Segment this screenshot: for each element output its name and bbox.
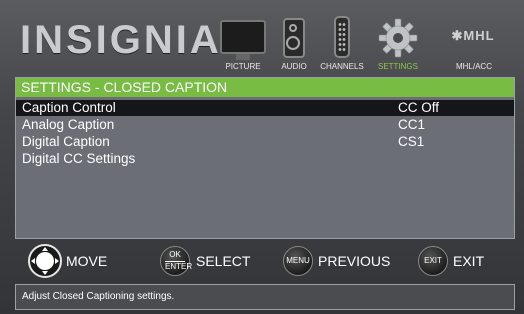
nav-label-mhl-acc: MHL/ACC	[455, 62, 492, 71]
help-bar: Adjust Closed Captioning settings.	[15, 284, 515, 310]
menu-item-digital-caption[interactable]: Digital Caption CS1	[16, 134, 514, 150]
menu-item-digital-cc-settings[interactable]: Digital CC Settings	[16, 151, 514, 167]
mhl-icon: ✱MHL	[451, 28, 495, 43]
ok-enter-button-icon: OK ENTER	[160, 246, 193, 276]
menu-item-label: Digital CC Settings	[22, 151, 136, 166]
speaker-tweeter	[289, 24, 297, 32]
remote-buttons	[338, 22, 346, 52]
hint-move-label: MOVE	[66, 253, 108, 269]
help-text: Adjust Closed Captioning settings.	[22, 291, 175, 302]
menu-item-value: CS1	[398, 134, 425, 149]
settings-panel: SETTINGS - CLOSED CAPTION Caption Contro…	[15, 77, 515, 239]
tv-icon	[220, 20, 266, 54]
nav-label-channels: CHANNELS	[320, 62, 364, 71]
menu-item-caption-control[interactable]: Caption Control CC Off	[16, 100, 514, 116]
tv-menu-screen: INSIGNIA PICTURE AUDIO CHANNELS SETTINGS…	[0, 0, 524, 314]
menu-item-value: CC1	[398, 117, 426, 132]
menu-item-analog-caption[interactable]: Analog Caption CC1	[16, 117, 514, 133]
exit-button-icon: EXIT	[418, 246, 448, 276]
exit-button-text: EXIT	[424, 256, 442, 265]
menu-item-value: CC Off	[398, 100, 440, 115]
nav-item-picture[interactable]: PICTURE	[212, 8, 274, 74]
panel-title: SETTINGS - CLOSED CAPTION	[16, 78, 514, 97]
nav-label-audio: AUDIO	[281, 62, 307, 71]
speaker-woofer	[286, 36, 300, 50]
ok-text: OK	[169, 250, 181, 259]
nav-item-channels[interactable]: CHANNELS	[320, 8, 364, 74]
top-nav: PICTURE AUDIO CHANNELS SETTINGS ✱MHL MHL…	[212, 8, 524, 74]
button-hints: MOVE OK ENTER SELECT MENU PREVIOUS EXIT …	[0, 240, 524, 284]
nav-item-settings[interactable]: SETTINGS	[370, 8, 426, 74]
nav-item-mhl-acc[interactable]: ✱MHL MHL/ACC	[438, 8, 510, 74]
hint-select-label: SELECT	[196, 253, 251, 269]
menu-item-label: Analog Caption	[22, 117, 115, 132]
menu-item-label: Digital Caption	[22, 134, 110, 149]
nav-label-picture: PICTURE	[225, 62, 261, 71]
menu-button-text: MENU	[286, 256, 310, 265]
dpad-icon	[28, 244, 62, 278]
menu-item-label: Caption Control	[22, 100, 116, 115]
hint-previous-label: PREVIOUS	[318, 253, 391, 269]
menu-button-icon: MENU	[283, 246, 313, 276]
gear-icon	[378, 18, 418, 58]
nav-item-audio[interactable]: AUDIO	[278, 8, 310, 74]
brand-logo: INSIGNIA	[20, 18, 222, 62]
tv-stand-icon	[236, 54, 250, 60]
hint-exit-label: EXIT	[453, 253, 485, 269]
enter-text: ENTER	[165, 261, 193, 271]
nav-label-settings: SETTINGS	[377, 62, 418, 71]
